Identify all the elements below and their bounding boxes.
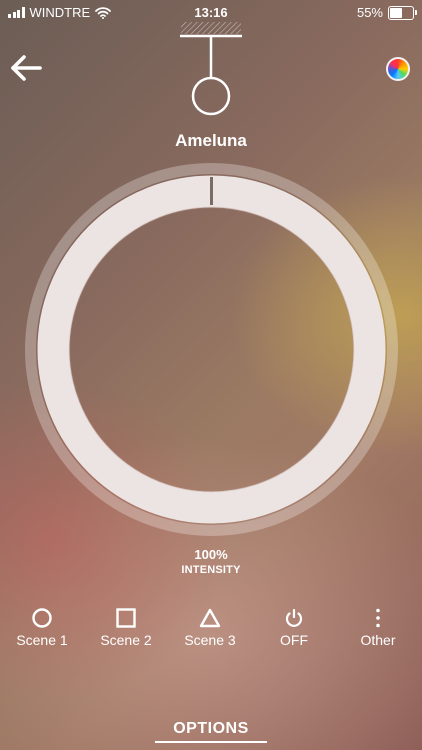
intensity-label: INTENSITY	[181, 564, 241, 576]
more-vertical-icon	[376, 608, 380, 628]
scene-3-button[interactable]: Scene 3	[168, 605, 252, 648]
power-icon	[285, 608, 303, 627]
dial-outer-halo	[25, 163, 398, 536]
battery-percent: 55%	[356, 5, 383, 20]
back-button[interactable]	[8, 52, 44, 84]
other-button[interactable]: Other	[336, 605, 420, 648]
scene-2-label: Scene 2	[100, 632, 152, 648]
status-bar: WINDTRE 13:16 55%	[0, 0, 422, 24]
dial-ring	[37, 175, 386, 524]
other-label: Other	[360, 632, 396, 648]
pendant-lamp-icon	[180, 22, 242, 116]
square-icon	[116, 608, 136, 628]
intensity-dial[interactable]	[25, 163, 398, 536]
off-label: OFF	[280, 632, 308, 648]
arrow-left-icon	[11, 55, 42, 81]
dial-ring-inner-edge	[68, 206, 355, 493]
battery-icon	[388, 5, 417, 20]
intensity-value: 100%	[194, 547, 228, 562]
off-button[interactable]: OFF	[252, 605, 336, 648]
device-name: Ameluna	[175, 131, 247, 150]
status-right: 55%	[356, 5, 417, 20]
scene-1-label: Scene 1	[16, 632, 68, 648]
color-wheel-button[interactable]	[386, 57, 410, 81]
options-button[interactable]: OPTIONS	[155, 720, 267, 743]
circle-icon	[32, 608, 52, 628]
battery-level	[390, 7, 403, 18]
scene-3-label: Scene 3	[184, 632, 236, 648]
scene-2-button[interactable]: Scene 2	[84, 605, 168, 648]
triangle-icon	[199, 608, 221, 628]
scene-1-button[interactable]: Scene 1	[0, 605, 84, 648]
scene-bar: Scene 1 Scene 2 Scene 3 OFF Other	[0, 605, 422, 655]
